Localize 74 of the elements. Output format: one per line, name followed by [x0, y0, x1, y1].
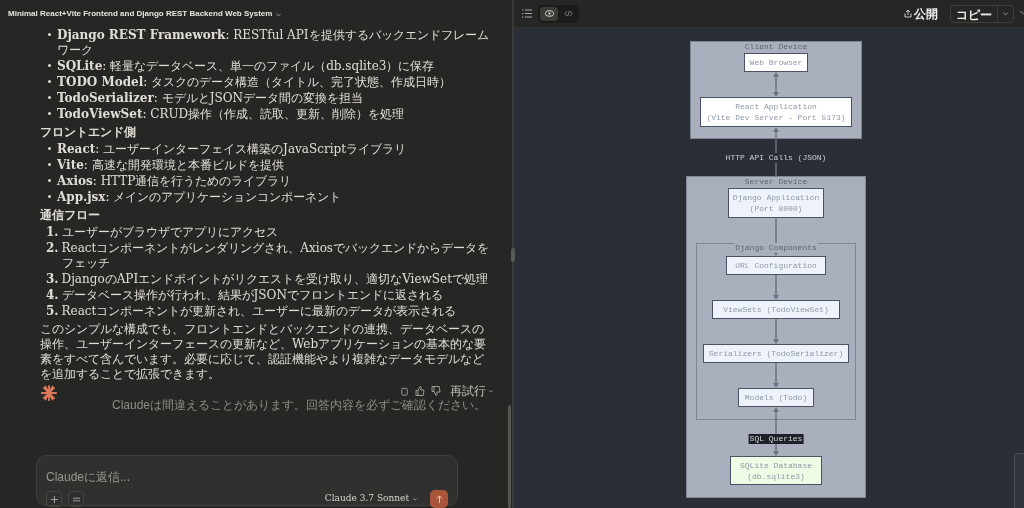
- list-item: Axios: HTTP通信を行うためのライブラリ: [57, 174, 292, 189]
- group-title: Server Device: [743, 177, 809, 187]
- database-node: SQLite Database (db.sqlite3): [730, 456, 822, 485]
- asterisk-logo-icon: [40, 384, 58, 402]
- bullet-icon: [48, 33, 51, 36]
- list-item: TodoSerializer: モデルとJSONデータ間の変換を担当: [57, 91, 364, 106]
- bullet-icon: [48, 195, 51, 198]
- reply-input[interactable]: Claudeに返信...: [46, 468, 448, 486]
- add-button[interactable]: [46, 491, 62, 507]
- section-heading: フロントエンド側: [40, 125, 137, 140]
- list-item: Reactコンポーネントが更新され、ユーザーに最新のデータが表示される: [61, 304, 457, 319]
- list-number: 2.: [46, 241, 59, 257]
- arrow: [773, 274, 779, 300]
- list-number: 3.: [46, 272, 59, 287]
- list-number: 4.: [46, 288, 59, 303]
- chevron-down-icon: [1002, 10, 1009, 17]
- list-item: Reactコンポーネントがレンダリングされ、Axiosでバックエンドからデータをフェッチ: [61, 241, 491, 271]
- tools-button[interactable]: [68, 491, 84, 507]
- send-button[interactable]: [430, 490, 448, 508]
- list-item: App.jsx: メインのアプリケーションコンポーネント: [57, 190, 342, 205]
- list-item: ユーザーがブラウザでアプリにアクセス: [61, 225, 278, 240]
- arrow: [773, 362, 779, 388]
- diagram-node: Serializers (TodoSerializer): [703, 344, 849, 363]
- list-item: DjangoのAPIエンドポイントがリクエストを受け取り、適切なViewSetで処理: [61, 272, 488, 287]
- bullet-icon: [48, 80, 51, 83]
- edge-label: SQL Queries: [748, 434, 804, 444]
- arrow-up-icon: [435, 495, 443, 503]
- retry-button[interactable]: 再試行: [450, 384, 494, 398]
- list-item: TodoViewSet: CRUD操作（作成、読取、更新、削除）を処理: [57, 107, 405, 122]
- copy-icon[interactable]: [400, 386, 409, 396]
- thumbs-up-icon[interactable]: [415, 386, 425, 396]
- group-title: Django Components: [734, 243, 818, 253]
- group-title: Client Device: [743, 42, 809, 52]
- list-number: 5.: [46, 304, 59, 319]
- publish-button[interactable]: 公開: [904, 4, 938, 23]
- preview-tab[interactable]: [540, 6, 558, 21]
- model-selector[interactable]: Claude 3.7 Sonnet: [324, 492, 418, 506]
- list-item: データベース操作が行われ、結果がJSONでフロントエンドに返される: [61, 288, 443, 303]
- diagram-node: URL Configuration: [726, 256, 826, 275]
- bullet-icon: [48, 64, 51, 67]
- edge-label: HTTP API Calls (JSON): [724, 153, 828, 163]
- copy-button[interactable]: コピー: [951, 5, 997, 22]
- bullet-icon: [48, 163, 51, 166]
- double-arrow: [773, 72, 779, 97]
- diagram-node: React Application (Vite Dev Server - Port 5173): [700, 97, 852, 127]
- list-number: 1.: [46, 225, 59, 240]
- reply-box[interactable]: Claudeに返信... Claude 3.7 Sonnet: [36, 455, 458, 506]
- bullet-icon: [48, 112, 51, 115]
- disclaimer-text: Claudeは間違えることがあります。回答内容を必ずご確認ください。: [111, 398, 486, 412]
- list-item: SQLite: 軽量なデータベース、単一のファイル（db.sqlite3）に保存: [57, 59, 435, 74]
- sliders-icon: [72, 495, 80, 503]
- code-icon: [563, 10, 573, 17]
- list-icon[interactable]: [522, 9, 532, 18]
- section-heading: 通信フロー: [40, 208, 101, 223]
- eye-icon: [544, 10, 554, 17]
- arrow: [773, 318, 779, 344]
- diagram-node: Models (Todo): [738, 388, 814, 407]
- list-item: Vite: 高速な開発環境と本番ビルドを提供: [57, 158, 284, 173]
- diagram-node: ViewSets (TodoViewSet): [712, 300, 840, 319]
- list-item: Django REST Framework: RESTful APIを提供するバックエンドフレームワーク: [57, 28, 490, 58]
- bullet-icon: [48, 179, 51, 182]
- share-icon: [904, 9, 912, 18]
- diagram-node: Django Application (Port 8000): [728, 188, 824, 218]
- plus-icon: [50, 495, 58, 503]
- chat-title[interactable]: Minimal React+Vite Frontend and Django REST Backend Web System: [8, 8, 283, 20]
- bullet-icon: [48, 147, 51, 150]
- chevron-down-icon: [412, 496, 418, 502]
- thumbs-down-icon[interactable]: [431, 386, 441, 396]
- chevron-down-icon: [488, 388, 494, 394]
- list-item: TODO Model: タスクのデータ構造（タイトル、完了状態、作成日時）: [57, 75, 452, 90]
- diagram-node: Web Browser: [744, 53, 808, 72]
- list-item: React: ユーザーインターフェイス構築のJavaScriptライブラリ: [57, 142, 406, 157]
- bullet-icon: [48, 96, 51, 99]
- summary-paragraph: このシンプルな構成でも、フロントエンドとバックエンドの連携、データベースの操作、ユーザーインターフェースの更新など、Webアプリケーションの基本的な要素をすべて含んでいます。必要に応じて、認証機能やより複雑なデータモデルなどを追加することで拡張できます。: [40, 322, 488, 382]
